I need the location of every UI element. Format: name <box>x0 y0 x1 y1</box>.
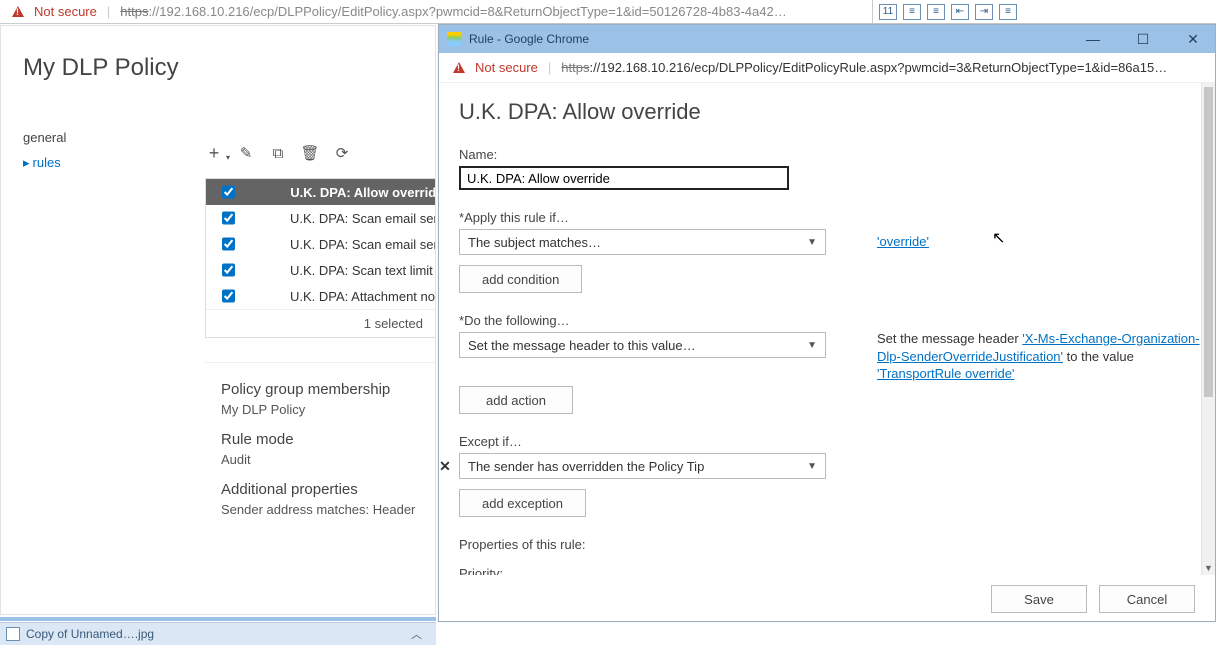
except-label: Except if… <box>459 434 1201 449</box>
file-icon <box>6 627 20 641</box>
refresh-button[interactable]: ⟳ <box>333 144 351 162</box>
remove-exception-button[interactable]: ✕ <box>439 458 451 475</box>
rule-checkbox[interactable] <box>222 263 235 277</box>
rule-row[interactable]: U.K. DPA: Scan email sent o <box>206 231 435 257</box>
name-label: Name: <box>459 147 1201 162</box>
rule-row[interactable]: U.K. DPA: Scan email sent o <box>206 205 435 231</box>
chevron-up-icon[interactable]: ︿ <box>411 626 422 642</box>
divider <box>0 617 436 621</box>
cancel-button[interactable]: Cancel <box>1099 585 1195 613</box>
page-title: My DLP Policy <box>1 26 435 110</box>
rule-checkbox[interactable] <box>222 185 235 199</box>
group-label: Policy group membership <box>221 381 419 398</box>
toolbar: +▾ ✎ ⧉ 🗑 ⟳ <box>205 144 351 162</box>
parent-url[interactable]: https://192.168.10.216/ecp/DLPPolicy/Edi… <box>120 4 860 19</box>
apply-condition-dropdown[interactable]: The subject matches…▼ <box>459 229 826 255</box>
header-value-link[interactable]: 'TransportRule override' <box>877 366 1014 381</box>
delete-button[interactable]: 🗑 <box>301 144 319 162</box>
align-icon[interactable]: ≡ <box>999 4 1017 20</box>
chevron-down-icon: ▼ <box>807 237 817 248</box>
warning-icon <box>12 6 24 17</box>
rules-list: U.K. DPA: Allow override U.K. DPA: Scan … <box>205 178 435 338</box>
add-button[interactable]: +▾ <box>205 144 223 162</box>
parent-window: My DLP Policy general ▸rules +▾ ✎ ⧉ 🗑 ⟳ … <box>0 25 436 615</box>
tab-general[interactable]: general <box>23 130 66 145</box>
rule-row[interactable]: U.K. DPA: Scan text limit ex <box>206 257 435 283</box>
props-value: Sender address matches: Header <box>221 502 419 517</box>
tab-rules[interactable]: ▸rules <box>23 155 66 171</box>
child-url[interactable]: https://192.168.10.216/ecp/DLPPolicy/Edi… <box>561 60 1201 75</box>
dialog-footer: Save Cancel <box>991 585 1195 613</box>
separator: | <box>107 4 110 19</box>
mode-value: Audit <box>221 452 419 467</box>
chevron-down-icon: ▼ <box>807 340 817 351</box>
list-icon[interactable]: ≡ <box>903 4 921 20</box>
rule-row[interactable]: U.K. DPA: Attachment not s <box>206 283 435 309</box>
indent-icon[interactable]: ⇤ <box>951 4 969 20</box>
scrollbar[interactable]: ▲ ▼ <box>1201 83 1215 575</box>
rule-form: U.K. DPA: Allow override Name: Apply thi… <box>439 83 1201 575</box>
rule-props-label: Properties of this rule: <box>459 537 1201 552</box>
list-icon-2[interactable]: ≡ <box>927 4 945 20</box>
selection-count: 1 selected <box>206 309 435 337</box>
maximize-button[interactable]: ☐ <box>1129 31 1157 48</box>
scroll-thumb[interactable] <box>1204 87 1213 397</box>
parent-address-bar: Not secure | https://192.168.10.216/ecp/… <box>0 0 872 24</box>
condition-value-link[interactable]: 'override' <box>877 234 929 249</box>
warning-icon <box>453 62 465 73</box>
font-size-box[interactable]: 11 <box>879 4 897 20</box>
chevron-down-icon: ▼ <box>807 461 817 472</box>
close-button[interactable]: ✕ <box>1179 31 1207 48</box>
action-dropdown[interactable]: Set the message header to this value…▼ <box>459 332 826 358</box>
group-value: My DLP Policy <box>221 402 419 417</box>
rule-checkbox[interactable] <box>222 289 235 303</box>
priority-label: Priority: <box>459 566 1201 575</box>
mode-label: Rule mode <box>221 431 419 448</box>
add-exception-button[interactable]: add exception <box>459 489 586 517</box>
download-filename[interactable]: Copy of Unnamed….jpg <box>26 627 154 641</box>
copy-button[interactable]: ⧉ <box>269 144 287 162</box>
not-secure-label: Not secure <box>475 60 538 75</box>
download-bar: Copy of Unnamed….jpg ︿ <box>0 622 436 645</box>
props-label: Additional properties <box>221 481 419 498</box>
name-input[interactable] <box>459 166 789 190</box>
rule-details-panel: Policy group membership My DLP Policy Ru… <box>205 362 435 545</box>
scroll-down-button[interactable]: ▼ <box>1202 561 1215 575</box>
edit-button[interactable]: ✎ <box>237 144 255 162</box>
nav-tabs: general ▸rules <box>23 130 66 181</box>
minimize-button[interactable]: — <box>1079 31 1107 48</box>
save-button[interactable]: Save <box>991 585 1087 613</box>
do-label: Do the following… <box>459 313 1201 328</box>
add-condition-button[interactable]: add condition <box>459 265 582 293</box>
rule-checkbox[interactable] <box>222 237 235 251</box>
chrome-favicon-icon <box>447 32 461 46</box>
exception-dropdown[interactable]: The sender has overridden the Policy Tip… <box>459 453 826 479</box>
apply-label: Apply this rule if… <box>459 210 1201 225</box>
add-action-button[interactable]: add action <box>459 386 573 414</box>
ribbon-fragment: 11 ≡ ≡ ⇤ ⇥ ≡ <box>872 0 1216 24</box>
rule-editor-window: Rule - Google Chrome — ☐ ✕ Not secure | … <box>438 24 1216 622</box>
child-address-bar: Not secure | https://192.168.10.216/ecp/… <box>439 53 1215 83</box>
rule-row[interactable]: U.K. DPA: Allow override <box>206 179 435 205</box>
window-titlebar[interactable]: Rule - Google Chrome — ☐ ✕ <box>439 25 1215 53</box>
rule-checkbox[interactable] <box>222 211 235 225</box>
not-secure-label: Not secure <box>34 4 97 19</box>
rule-heading: U.K. DPA: Allow override <box>459 99 1201 125</box>
indent-icon-2[interactable]: ⇥ <box>975 4 993 20</box>
window-title: Rule - Google Chrome <box>469 32 589 46</box>
